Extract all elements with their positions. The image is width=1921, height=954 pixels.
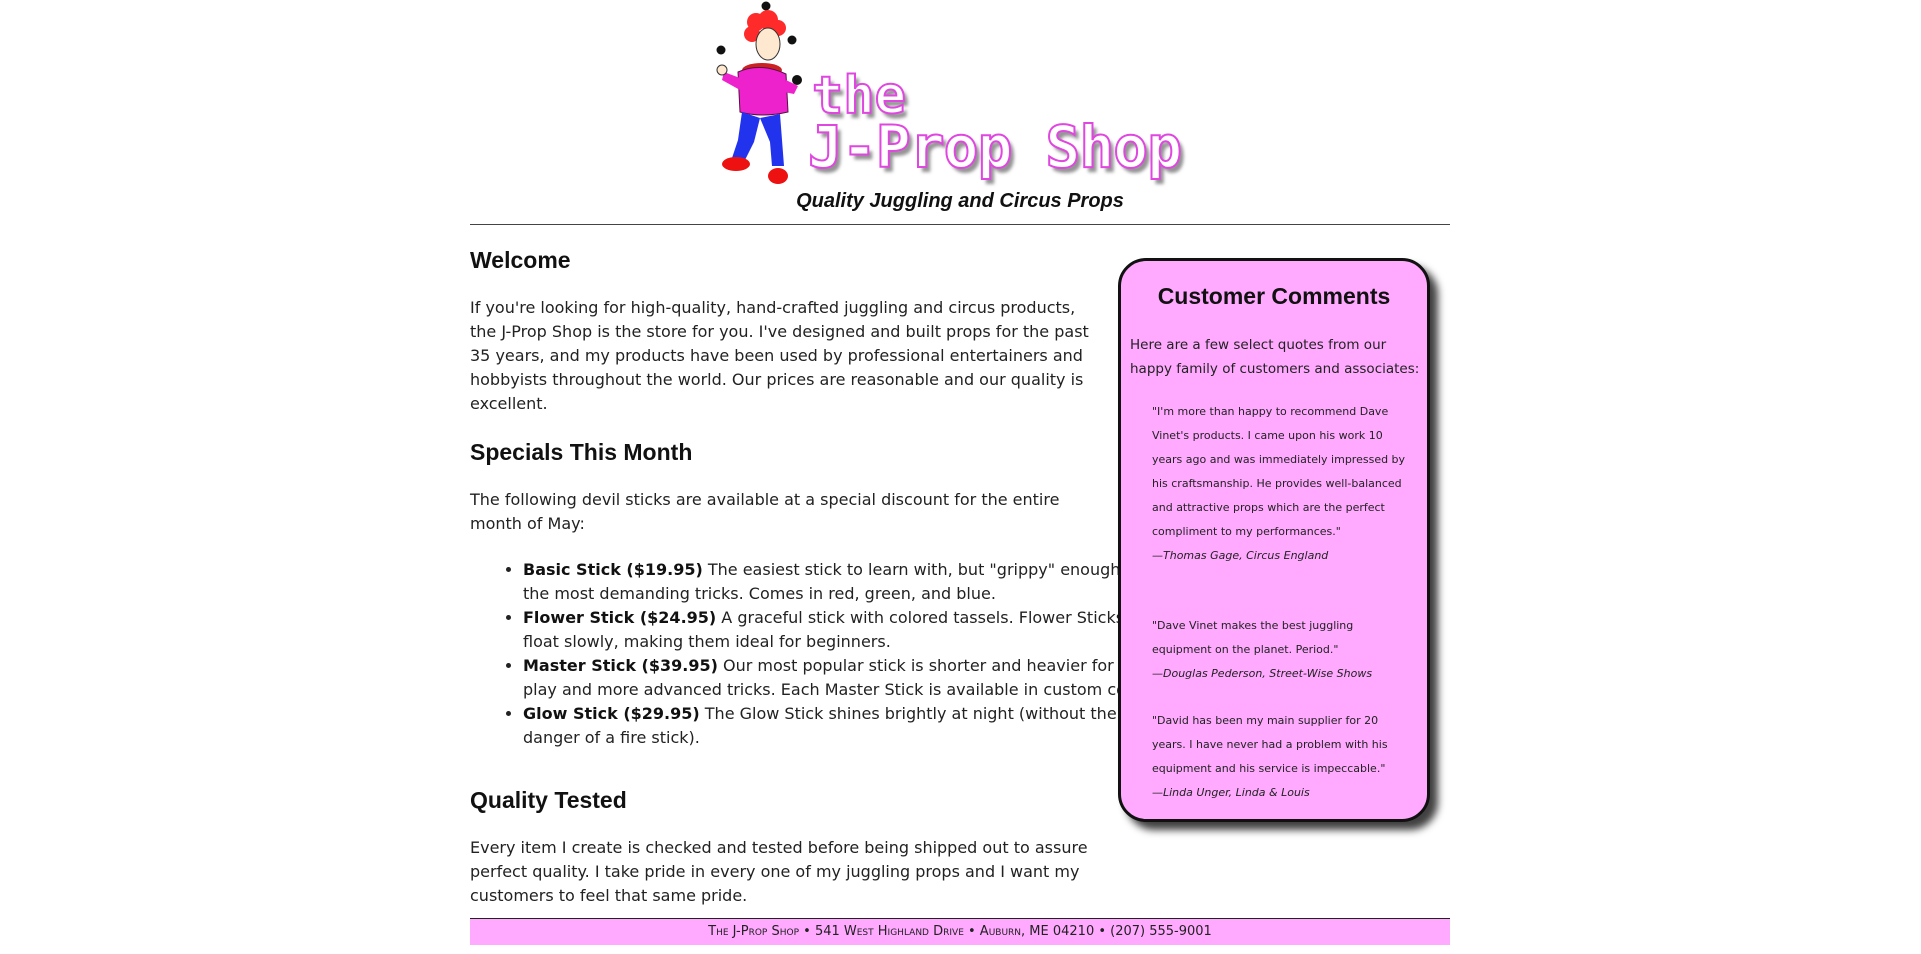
quote-text: "Dave Vinet makes the best juggling equi…: [1152, 619, 1354, 656]
tagline: Quality Juggling and Circus Props: [796, 190, 1124, 212]
welcome-text: If you're looking for high-quality, hand…: [470, 298, 1089, 413]
list-item: Basic Stick ($19.95) The easiest stick t…: [523, 558, 1163, 606]
quality-text: Every item I create is checked and teste…: [470, 838, 1088, 905]
quality-heading: Quality Tested: [470, 787, 627, 813]
quote-author: —Thomas Gage, Circus England: [1152, 549, 1329, 562]
juggling-clown-icon: [716, 1, 802, 184]
customer-comments-box: Customer Comments Here are a few select …: [1118, 258, 1430, 822]
list-item: Glow Stick ($29.95) The Glow Stick shine…: [523, 702, 1163, 750]
customer-comments-intro: Here are a few select quotes from our ha…: [1130, 337, 1420, 377]
specials-list: Basic Stick ($19.95) The easiest stick t…: [470, 558, 1163, 750]
customer-comments-title: Customer Comments: [1157, 283, 1391, 309]
list-item: Master Stick ($39.95) Our most popular s…: [523, 654, 1163, 702]
logo[interactable]: the J-Prop Shop: [710, 0, 1183, 192]
list-item: Flower Stick ($24.95) A graceful stick w…: [523, 606, 1163, 654]
customer-quote: "David has been my main supplier for 20 …: [1152, 709, 1412, 805]
quote-author: —Douglas Pederson, Street-Wise Shows: [1152, 667, 1373, 680]
logo-text-shop-name: J-Prop Shop: [807, 113, 1183, 181]
customer-quote: "Dave Vinet makes the best juggling equi…: [1152, 614, 1412, 686]
header: the J-Prop Shop Quality Juggling and Cir…: [470, 0, 1450, 225]
special-item-name: Master Stick ($39.95): [523, 656, 718, 675]
customer-quote: "I'm more than happy to recommend Dave V…: [1152, 400, 1412, 568]
header-divider: [470, 224, 1450, 225]
quote-author: —Linda Unger, Linda & Louis: [1152, 786, 1310, 799]
quote-text: "I'm more than happy to recommend Dave V…: [1152, 405, 1406, 538]
specials-heading: Specials This Month: [470, 439, 693, 465]
welcome-heading: Welcome: [470, 247, 571, 273]
quote-text: "David has been my main supplier for 20 …: [1152, 714, 1388, 775]
special-item-name: Glow Stick ($29.95): [523, 704, 700, 723]
specials-intro: The following devil sticks are available…: [470, 490, 1060, 533]
page-container: the J-Prop Shop Quality Juggling and Cir…: [470, 0, 1450, 954]
footer: The J-Prop Shop • 541 West Highland Driv…: [470, 918, 1450, 945]
special-item-name: Flower Stick ($24.95): [523, 608, 717, 627]
special-item-name: Basic Stick ($19.95): [523, 560, 703, 579]
